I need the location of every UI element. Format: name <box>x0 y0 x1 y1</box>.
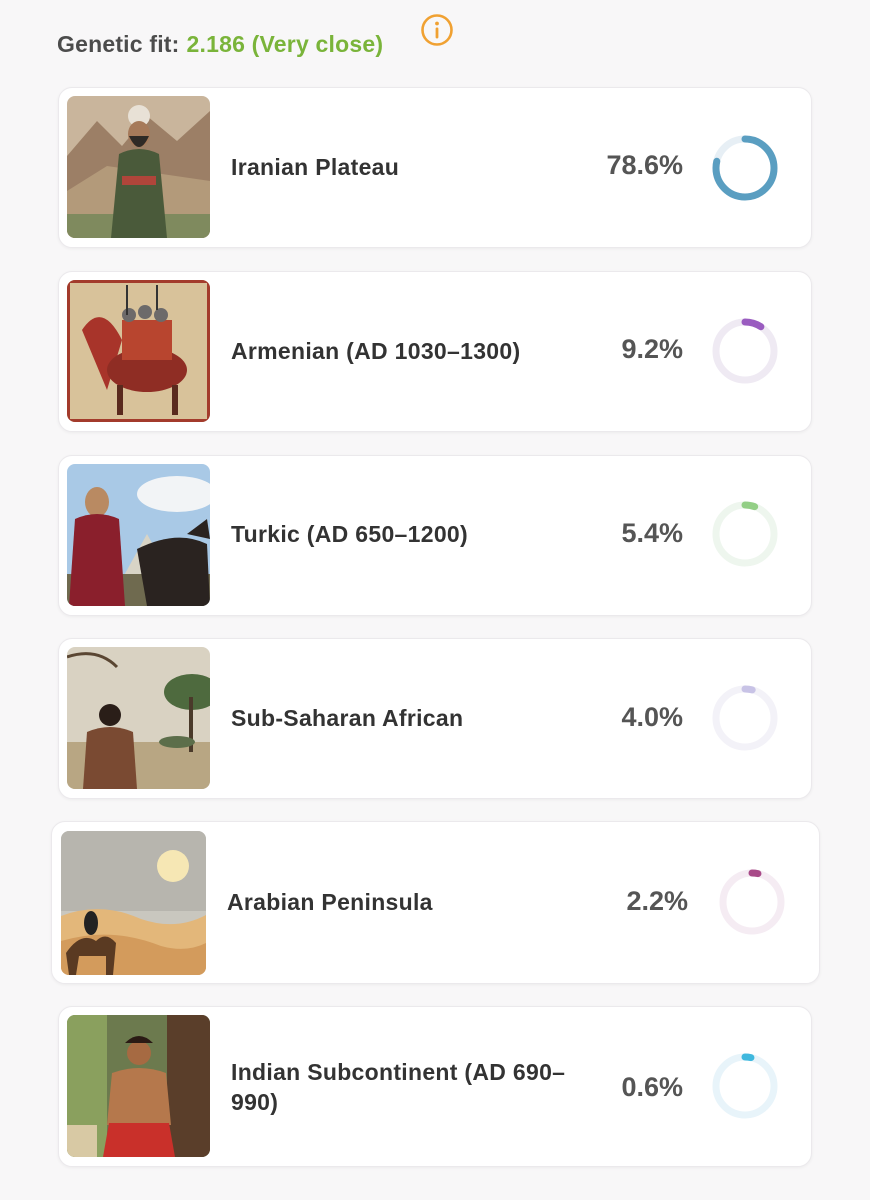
percent-donut-chart <box>712 1053 778 1119</box>
population-image <box>67 280 210 422</box>
population-percent: 5.4% <box>621 518 683 548</box>
donut-track <box>712 501 778 567</box>
population-name: Iranian Plateau <box>231 154 400 180</box>
population-percent: 4.0% <box>621 702 683 732</box>
population-percent: 2.2% <box>626 886 688 916</box>
donut-track <box>712 318 778 384</box>
genetic-fit-label: Genetic fit: <box>57 30 180 57</box>
population-image <box>67 464 210 606</box>
percent-donut-chart <box>712 501 778 567</box>
population-percent: 9.2% <box>621 334 683 364</box>
genetic-fit-header: Genetic fit: 2.186 (Very close) <box>57 29 383 59</box>
percent-donut-chart <box>712 685 778 751</box>
population-name: Armenian (AD 1030–1300) <box>231 338 521 364</box>
population-percent: 78.6% <box>606 150 683 180</box>
percent-donut-chart <box>712 135 778 201</box>
percent-donut-chart <box>719 869 785 935</box>
donut-track <box>719 869 785 935</box>
population-name: Sub-Saharan African <box>231 705 464 731</box>
population-image <box>67 96 210 238</box>
donut-track <box>712 1053 778 1119</box>
population-name: Arabian Peninsula <box>227 889 433 915</box>
population-image <box>67 647 210 789</box>
donut-track <box>712 685 778 751</box>
percent-donut-chart <box>712 318 778 384</box>
population-image <box>61 831 206 975</box>
population-image <box>67 1015 210 1157</box>
info-circle-icon[interactable] <box>420 13 454 47</box>
population-percent: 0.6% <box>621 1072 683 1102</box>
genetic-fit-value: 2.186 (Very close) <box>186 30 384 57</box>
population-name: Turkic (AD 650–1200) <box>231 521 468 547</box>
